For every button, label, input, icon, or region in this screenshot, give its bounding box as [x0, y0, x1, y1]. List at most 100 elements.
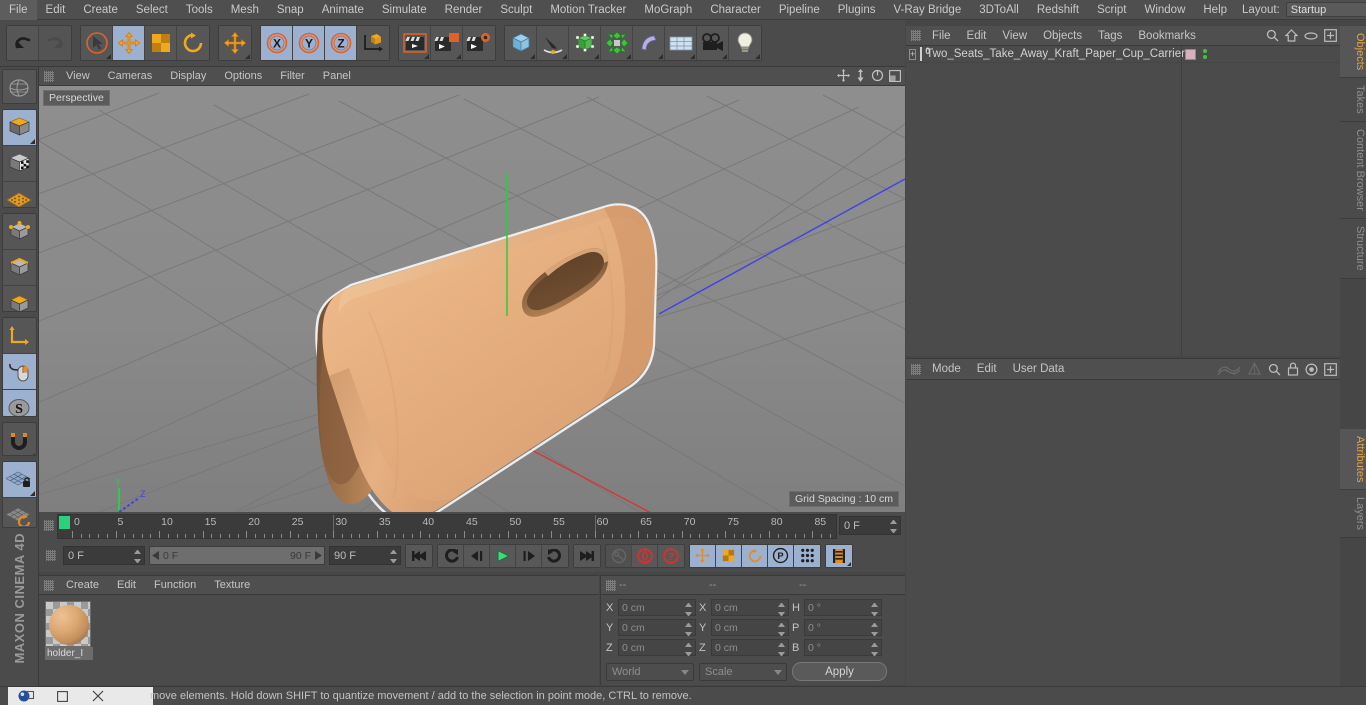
lock-x-axis-button[interactable]: X	[261, 26, 293, 60]
current-frame-field[interactable]: 0 F	[839, 516, 901, 535]
pan-view-icon[interactable]	[837, 69, 850, 85]
add-deformer-button[interactable]	[601, 26, 633, 60]
expand-toggle-icon[interactable]: +	[909, 48, 917, 60]
close-window-button[interactable]	[80, 687, 116, 705]
viewport-solo-button[interactable]	[2, 354, 36, 391]
coord-field-rotation[interactable]: 0 °	[804, 619, 882, 636]
coord-field-position[interactable]: 0 cm	[618, 639, 696, 656]
object-menu-view[interactable]: View	[994, 26, 1035, 46]
menu-render[interactable]: Render	[436, 0, 492, 20]
menu-edit[interactable]: Edit	[37, 0, 75, 20]
undo-button[interactable]	[7, 26, 39, 60]
menu-mesh[interactable]: Mesh	[222, 0, 268, 20]
viewport-menu-view[interactable]: View	[57, 67, 99, 86]
move-tool[interactable]	[113, 26, 145, 60]
orbit-view-icon[interactable]	[871, 69, 884, 85]
go-to-end-button[interactable]	[574, 544, 600, 567]
search-icon[interactable]	[1266, 29, 1279, 45]
menu-script[interactable]: Script	[1088, 0, 1135, 20]
object-menu-edit[interactable]: Edit	[959, 26, 995, 46]
snap-magnet-button[interactable]	[2, 422, 36, 456]
mode-model-button[interactable]	[2, 109, 36, 146]
panel-grip-icon[interactable]	[44, 520, 54, 531]
keyframe-selection-button[interactable]: ?	[658, 544, 684, 567]
menu-window[interactable]: Window	[1135, 0, 1194, 20]
add-cube-button[interactable]	[505, 26, 537, 60]
layout-select[interactable]: Startup	[1285, 2, 1366, 17]
stepper-icon[interactable]	[871, 603, 878, 616]
autokeying-button[interactable]	[632, 544, 658, 567]
enable-snapping-button[interactable]: S	[2, 390, 36, 416]
object-menu-bookmarks[interactable]: Bookmarks	[1130, 26, 1204, 46]
mode-polygons-button[interactable]	[2, 285, 36, 312]
menu-animate[interactable]: Animate	[313, 0, 373, 20]
coord-field-size[interactable]: 0 cm	[711, 619, 789, 636]
menu-character[interactable]: Character	[701, 0, 770, 20]
menu-sculpt[interactable]: Sculpt	[491, 0, 541, 20]
tab-structure[interactable]: Structure	[1340, 218, 1366, 279]
stepper-icon[interactable]	[685, 603, 692, 616]
step-back-button[interactable]	[464, 544, 490, 567]
mode-texture-button[interactable]	[2, 145, 36, 182]
lock-icon[interactable]	[1287, 362, 1299, 379]
timeline-playhead[interactable]	[59, 516, 70, 529]
material-item[interactable]: holder_I	[45, 601, 93, 660]
step-forward-button[interactable]	[516, 544, 542, 567]
live-selection-tool[interactable]	[81, 26, 113, 60]
maximize-window-button[interactable]	[44, 687, 80, 705]
enable-axis-modification-button[interactable]	[2, 318, 36, 355]
add-camera-button[interactable]	[697, 26, 729, 60]
tab-content-browser[interactable]: Content Browser	[1340, 122, 1366, 219]
perspective-viewport[interactable]: Perspective Grid Spacing : 10 cm Y Z	[39, 86, 905, 512]
stepper-icon[interactable]	[778, 623, 785, 636]
material-tag-icon[interactable]	[1184, 48, 1196, 60]
undo-view-button[interactable]	[2, 70, 36, 103]
record-active-objects-button[interactable]	[606, 544, 632, 567]
cone-icon[interactable]	[1247, 361, 1262, 379]
menu-3dtoall[interactable]: 3DToAll	[970, 0, 1028, 20]
lock-z-axis-button[interactable]: Z	[325, 26, 357, 60]
stepper-icon[interactable]	[390, 550, 397, 563]
panel-grip-icon[interactable]	[911, 30, 921, 41]
target-icon[interactable]	[1305, 362, 1318, 379]
stepper-icon[interactable]	[871, 643, 878, 656]
add-light-button[interactable]	[729, 26, 761, 60]
render-region-button[interactable]	[431, 26, 463, 60]
menu-snap[interactable]: Snap	[268, 0, 313, 20]
lock-y-axis-button[interactable]: Y	[293, 26, 325, 60]
tab-objects[interactable]: Objects	[1340, 26, 1366, 79]
menu-simulate[interactable]: Simulate	[373, 0, 436, 20]
record-scale-button[interactable]	[716, 544, 742, 567]
menu-plugins[interactable]: Plugins	[829, 0, 885, 20]
attributes-menu-user-data[interactable]: User Data	[1005, 359, 1073, 380]
object-row[interactable]: +0 Two_Seats_Take_Away_Kraft_Paper_Cup_Ca…	[906, 46, 1340, 63]
viewport-menu-options[interactable]: Options	[215, 67, 271, 86]
maximize-view-icon[interactable]	[889, 69, 901, 85]
scale-tool[interactable]	[145, 26, 177, 60]
ellipse-icon[interactable]	[1304, 31, 1318, 44]
panel-grip-icon[interactable]	[606, 579, 616, 591]
menu-help[interactable]: Help	[1194, 0, 1236, 20]
stepper-icon[interactable]	[778, 643, 785, 656]
material-menu-texture[interactable]: Texture	[205, 576, 259, 595]
menu-mograph[interactable]: MoGraph	[635, 0, 701, 20]
viewport-menu-filter[interactable]: Filter	[271, 67, 313, 86]
preview-end-field[interactable]: 90 F	[329, 546, 401, 565]
material-menu-function[interactable]: Function	[145, 576, 205, 595]
coord-field-position[interactable]: 0 cm	[618, 599, 696, 616]
preview-range-bar[interactable]: 0 F 90 F	[149, 546, 325, 565]
object-tree[interactable]: +0 Two_Seats_Take_Away_Kraft_Paper_Cup_Ca…	[906, 46, 1340, 356]
lock-workplane-button[interactable]	[2, 462, 36, 499]
stepper-icon[interactable]	[685, 623, 692, 636]
next-keyframe-button[interactable]	[542, 544, 568, 567]
attributes-menu-mode[interactable]: Mode	[924, 359, 969, 380]
object-menu-objects[interactable]: Objects	[1035, 26, 1090, 46]
redo-button[interactable]	[39, 26, 71, 60]
viewport-menu-panel[interactable]: Panel	[314, 67, 360, 86]
rotate-tool[interactable]	[177, 26, 209, 60]
timeline-filmstrip-button[interactable]	[826, 544, 852, 567]
previous-keyframe-button[interactable]	[438, 544, 464, 567]
menu-select[interactable]: Select	[127, 0, 177, 20]
mode-workplane-button[interactable]	[2, 181, 36, 207]
dolly-view-icon[interactable]	[855, 69, 866, 85]
